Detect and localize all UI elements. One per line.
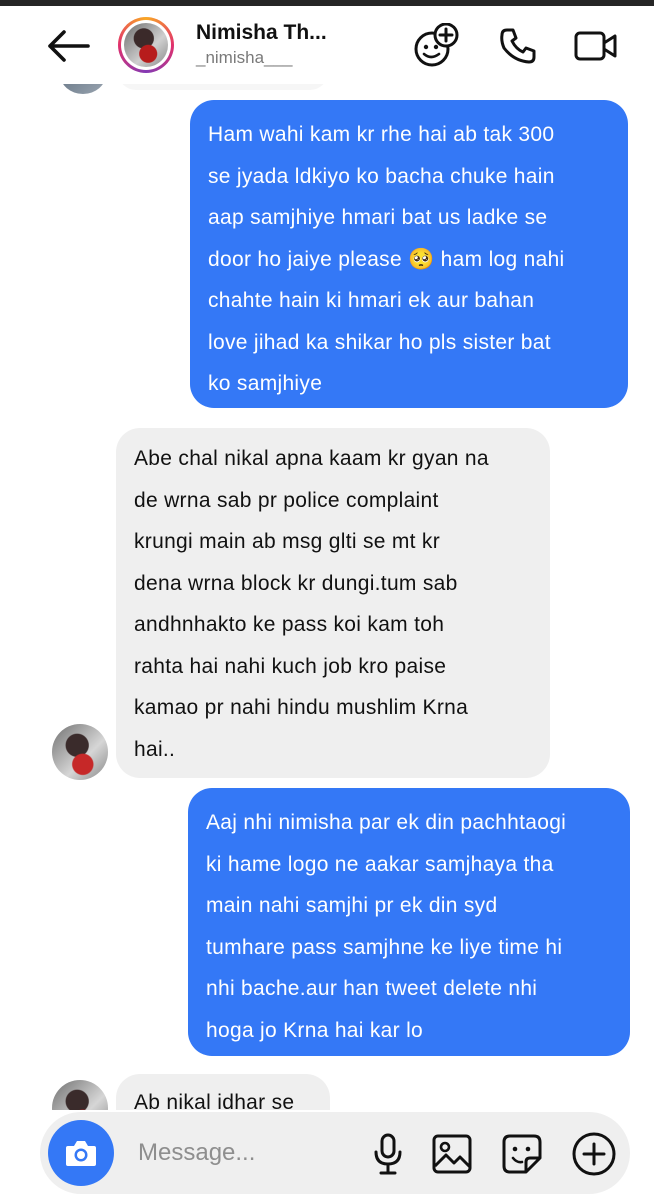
message-line: andhnhakto ke pass koi kam toh	[134, 613, 445, 636]
microphone-icon	[374, 1133, 402, 1175]
sticker-button[interactable]	[498, 1130, 546, 1178]
camera-icon	[66, 1141, 96, 1166]
contact-handle: _nimisha___	[196, 48, 293, 67]
message-line: chahte hain ki hmari ek aur bahan	[208, 289, 535, 312]
contact-name[interactable]: Nimisha Th...	[196, 21, 327, 45]
sender-avatar[interactable]	[52, 1080, 108, 1110]
plus-icon	[572, 1132, 616, 1176]
message-line: Ab nikal idhar se	[134, 1091, 295, 1110]
message-thread[interactable]: Ham wahi kam kr rhe hai ab tak 300 se jy…	[0, 84, 654, 1110]
message-line: kamao pr nahi hindu mushlim Krna	[134, 696, 469, 719]
video-call-button[interactable]	[572, 22, 620, 70]
message-composer	[40, 1112, 630, 1194]
sticker-icon	[502, 1134, 542, 1174]
more-options-button[interactable]	[570, 1130, 618, 1178]
outgoing-message-bubble[interactable]: Ham wahi kam kr rhe hai ab tak 300 se jy…	[190, 100, 628, 408]
message-line: dena wrna block kr dungi.tum sab	[134, 571, 458, 595]
incoming-message-bubble[interactable]: Abe chal nikal apna kaam kr gyan na de w…	[116, 428, 550, 778]
outgoing-message-bubble[interactable]: Aaj nhi nimisha par ek din pachhtaogi ki…	[188, 788, 630, 1056]
gallery-button[interactable]	[428, 1130, 476, 1178]
message-line: Ham wahi kam kr rhe hai ab tak 300	[208, 123, 555, 146]
message-line: de wrna sab pr police complaint	[134, 488, 439, 512]
message-line: hai..	[134, 737, 176, 761]
message-input[interactable]	[138, 1134, 358, 1172]
message-line: Aaj nhi nimisha par ek din pachhtaogi	[206, 811, 567, 834]
back-arrow-icon	[48, 30, 90, 62]
message-line: ki hame logo ne aakar samjhaya tha	[206, 852, 554, 876]
message-line: se jyada ldkiyo ko bacha chuke hain	[208, 164, 555, 188]
message-line: aap samjhiye hmari bat us ladke se	[208, 206, 548, 229]
incoming-message-bubble[interactable]: Ab nikal idhar se	[116, 1074, 330, 1110]
message-line: love jihad ka shikar ho pls sister bat	[208, 330, 551, 354]
incoming-message-bubble	[118, 84, 328, 90]
camera-button[interactable]	[48, 1120, 114, 1186]
message-line: rahta hai nahi kuch job kro paise	[134, 654, 447, 678]
back-button[interactable]	[44, 26, 92, 66]
message-line: krungi main ab msg glti se mt kr	[134, 530, 441, 553]
message-line: main nahi samjhi pr ek din syd	[206, 894, 498, 917]
voice-message-button[interactable]	[364, 1130, 412, 1178]
message-line: tumhare pass samjhne ke liye time hi	[206, 935, 563, 959]
message-line: hoga jo Krna hai kar lo	[206, 1018, 424, 1042]
phone-icon	[500, 28, 536, 64]
gallery-icon	[432, 1134, 472, 1174]
voice-call-button[interactable]	[494, 22, 542, 70]
add-effect-button[interactable]	[412, 22, 460, 70]
message-line: door ho jaiye please 🥺 ham log nahi	[208, 247, 565, 271]
add-effect-icon	[414, 23, 459, 67]
contact-avatar[interactable]	[118, 17, 174, 73]
sender-avatar	[60, 84, 106, 94]
message-line: Abe chal nikal apna kaam kr gyan na	[134, 447, 489, 470]
message-line: nhi bache.aur han tweet delete nhi	[206, 977, 538, 1000]
chat-header: Nimisha Th... _nimisha___	[0, 6, 654, 84]
video-camera-icon	[574, 31, 617, 61]
sender-avatar[interactable]	[52, 724, 108, 780]
message-line: ko samjhiye	[208, 372, 323, 395]
